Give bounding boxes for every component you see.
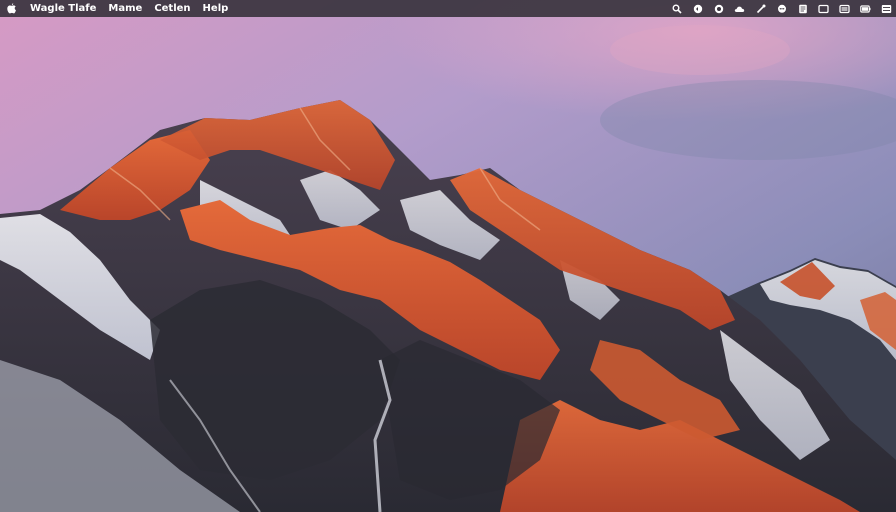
menu-bar-right (661, 0, 892, 17)
display-icon[interactable] (839, 3, 850, 14)
wallpaper-image (0, 0, 896, 512)
window-icon[interactable] (818, 3, 829, 14)
tools-icon[interactable] (755, 3, 766, 14)
cloud-icon[interactable] (734, 3, 745, 14)
desktop: Wagle Tlafe Mame Cetlen Help (0, 0, 896, 512)
control-center-icon[interactable] (881, 3, 892, 14)
chat-icon[interactable] (776, 3, 787, 14)
menu-bar-left: Wagle Tlafe Mame Cetlen Help (4, 0, 240, 17)
menu-item-cetlen[interactable]: Cetlen (154, 0, 190, 17)
battery-icon[interactable] (860, 3, 871, 14)
apple-logo-icon[interactable] (6, 3, 16, 15)
timer-icon[interactable] (713, 3, 724, 14)
menu-bar: Wagle Tlafe Mame Cetlen Help (0, 0, 896, 17)
control-circle-icon[interactable] (692, 3, 703, 14)
menu-item-mame[interactable]: Mame (108, 0, 142, 17)
search-icon[interactable] (671, 3, 682, 14)
notes-icon[interactable] (797, 3, 808, 14)
menu-item-app[interactable]: Wagle Tlafe (30, 0, 96, 17)
menu-item-help[interactable]: Help (203, 0, 229, 17)
